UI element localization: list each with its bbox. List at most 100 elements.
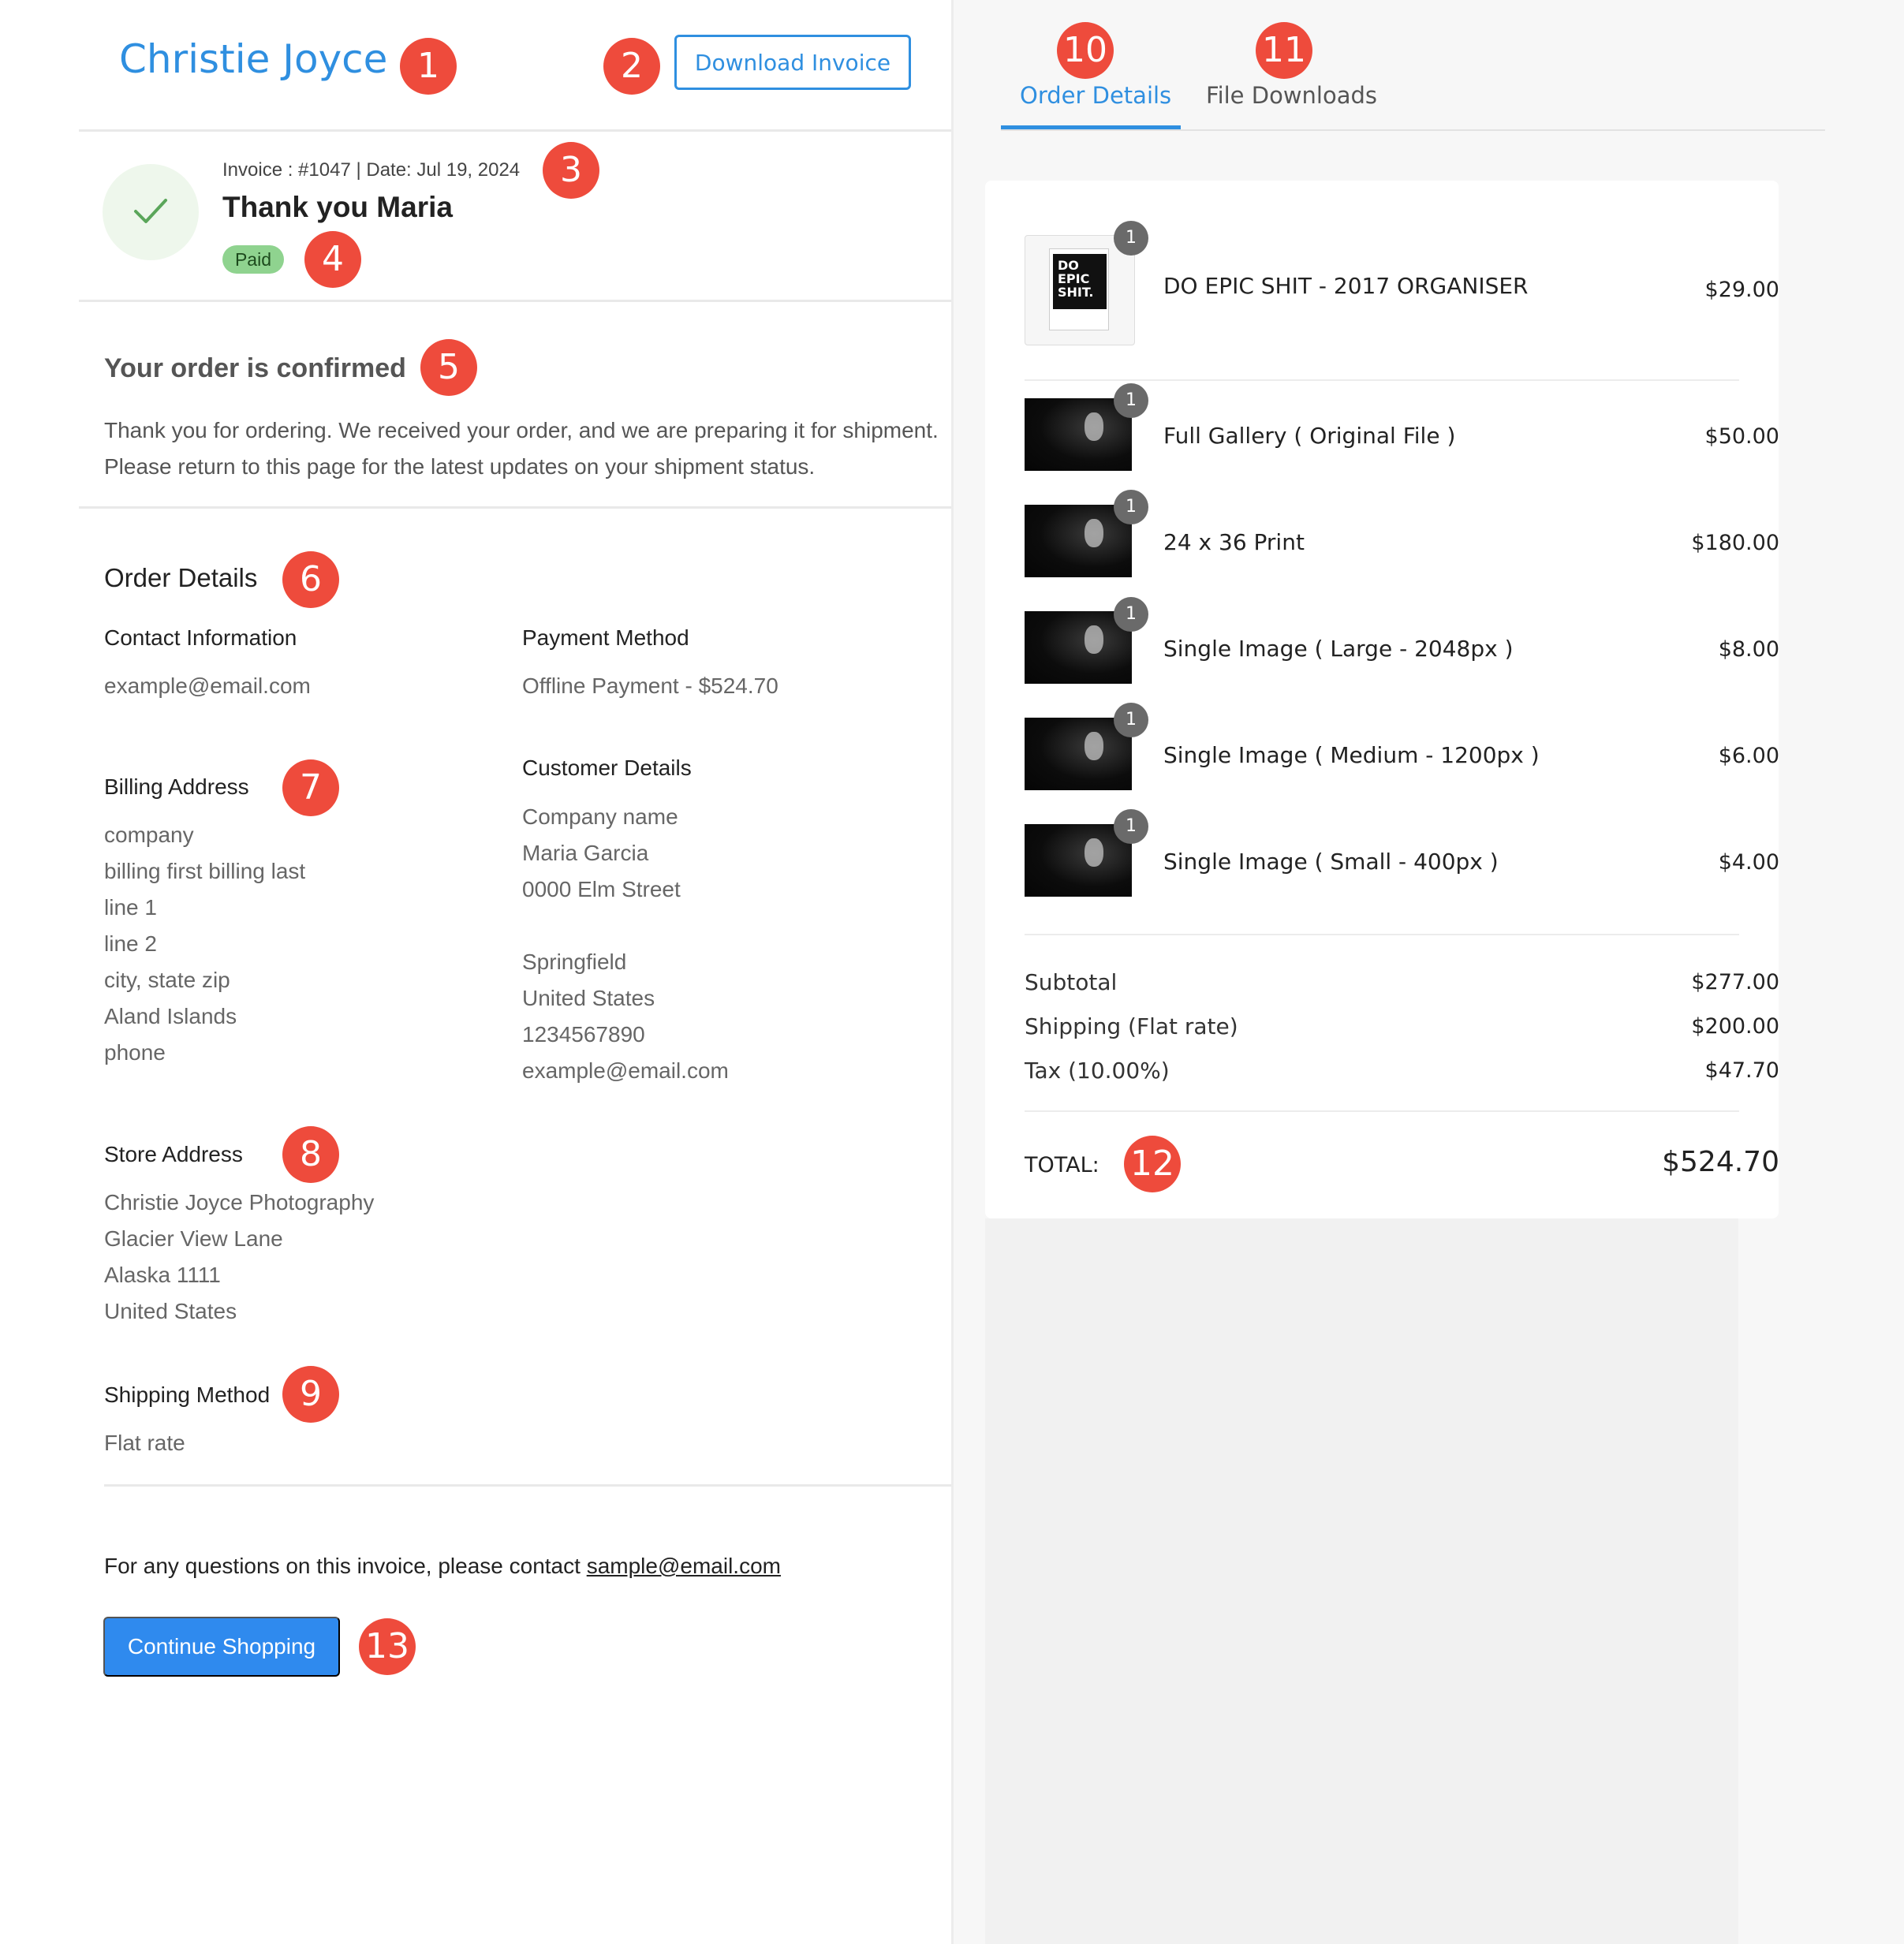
thank-you-heading: Thank you Maria xyxy=(222,191,453,223)
billing-line: Aland Islands xyxy=(104,1004,237,1028)
quantity-badge: 1 xyxy=(1114,703,1148,737)
item-thumbnail: DO EPIC SHIT. xyxy=(1025,235,1135,345)
contact-info-label: Contact Information xyxy=(104,625,297,650)
item-price: $180.00 xyxy=(1691,531,1779,555)
book-cover-word: EPIC xyxy=(1058,271,1090,286)
order-confirmed-message: Thank you for ordering. We received your… xyxy=(104,418,939,479)
billing-line: line 1 xyxy=(104,895,157,920)
annotation-marker-6: 6 xyxy=(282,551,339,608)
item-name: DO EPIC SHIT - 2017 ORGANISER xyxy=(1163,273,1529,299)
shipping-method-value: Flat rate xyxy=(104,1431,185,1455)
header-divider xyxy=(79,129,951,132)
customer-line: example@email.com xyxy=(522,1058,729,1083)
shipping-label: Shipping (Flat rate) xyxy=(1025,1013,1238,1039)
annotation-marker-9: 9 xyxy=(282,1366,339,1423)
customer-details-label: Customer Details xyxy=(522,756,692,780)
store-line: Christie Joyce Photography xyxy=(104,1190,375,1215)
shipping-value: $200.00 xyxy=(1691,1014,1779,1039)
customer-details-block: Company name Maria Garcia 0000 Elm Stree… xyxy=(522,799,729,1089)
store-line: Glacier View Lane xyxy=(104,1226,283,1251)
book-cover-word: DO xyxy=(1058,258,1079,273)
annotation-marker-10: 10 xyxy=(1057,22,1114,79)
book-cover-word: SHIT. xyxy=(1058,285,1094,300)
download-invoice-button[interactable]: Download Invoice xyxy=(674,35,911,90)
status-divider xyxy=(79,300,951,302)
billing-line: billing first billing last xyxy=(104,859,306,883)
item-price: $8.00 xyxy=(1718,637,1779,662)
customer-line: Maria Garcia xyxy=(522,841,649,865)
quantity-badge: 1 xyxy=(1114,221,1148,256)
confirmation-divider xyxy=(79,506,951,509)
item-name: Single Image ( Large - 2048px ) xyxy=(1163,636,1514,662)
item-price: $4.00 xyxy=(1718,850,1779,875)
store-address-label: Store Address xyxy=(104,1142,243,1166)
subtotal-label: Subtotal xyxy=(1025,969,1118,995)
billing-address-block: company billing first billing last line … xyxy=(104,817,305,1071)
customer-line: Springfield xyxy=(522,950,627,974)
details-divider xyxy=(104,1484,951,1487)
customer-line: 0000 Elm Street xyxy=(522,877,681,901)
annotation-marker-11: 11 xyxy=(1256,22,1312,79)
annotation-marker-1: 1 xyxy=(400,38,457,95)
item-name: 24 x 36 Print xyxy=(1163,529,1305,555)
item-name: Single Image ( Medium - 1200px ) xyxy=(1163,742,1540,768)
item-price: $50.00 xyxy=(1704,424,1779,449)
checkmark-icon xyxy=(134,199,167,223)
store-brand-link[interactable]: Christie Joyce xyxy=(119,36,387,82)
billing-line: company xyxy=(104,823,194,847)
quantity-badge: 1 xyxy=(1114,383,1148,418)
item-divider xyxy=(1025,379,1739,381)
quantity-badge: 1 xyxy=(1114,597,1148,632)
invoice-page: Christie Joyce 1 2 Download Invoice Invo… xyxy=(0,0,1904,1944)
store-address-block: Christie Joyce Photography Glacier View … xyxy=(104,1185,374,1330)
invoice-meta: Invoice : #1047 | Date: Jul 19, 2024 xyxy=(222,159,521,181)
order-confirmed-heading: Your order is confirmed xyxy=(104,353,406,383)
customer-line: United States xyxy=(522,986,655,1010)
tab-order-details[interactable]: Order Details xyxy=(1020,82,1171,109)
tax-value: $47.70 xyxy=(1704,1058,1779,1083)
billing-line: line 2 xyxy=(104,931,157,956)
payment-method-value: Offline Payment - $524.70 xyxy=(522,673,778,698)
continue-shopping-button[interactable]: Continue Shopping xyxy=(103,1617,340,1677)
annotation-marker-3: 3 xyxy=(543,142,599,199)
item-name: Full Gallery ( Original File ) xyxy=(1163,423,1456,449)
order-details-title: Order Details xyxy=(104,563,258,592)
customer-line-blank xyxy=(522,908,729,944)
tab-file-downloads[interactable]: File Downloads xyxy=(1206,82,1377,109)
contact-email-link[interactable]: sample@email.com xyxy=(587,1554,781,1578)
notebook-cover: DO EPIC SHIT. xyxy=(1049,248,1109,330)
quantity-badge: 1 xyxy=(1114,809,1148,844)
book-cover-art: DO EPIC SHIT. xyxy=(1053,254,1107,309)
total-label: TOTAL: xyxy=(1025,1153,1099,1177)
tax-label: Tax (10.00%) xyxy=(1025,1058,1170,1084)
annotation-marker-2: 2 xyxy=(603,38,660,95)
paid-status-badge: Paid xyxy=(222,245,284,274)
item-price: $6.00 xyxy=(1718,744,1779,768)
annotation-marker-12: 12 xyxy=(1124,1136,1181,1192)
total-value: $524.70 xyxy=(1662,1146,1779,1178)
store-line: United States xyxy=(104,1299,237,1323)
contact-email: example@email.com xyxy=(104,673,311,698)
summary-card-shadow xyxy=(985,1218,1738,1944)
questions-label: For any questions on this invoice, pleas… xyxy=(104,1554,581,1578)
item-price: $29.00 xyxy=(1704,278,1779,302)
item-name: Single Image ( Small - 400px ) xyxy=(1163,849,1499,875)
annotation-marker-13: 13 xyxy=(359,1618,416,1675)
shipping-method-label: Shipping Method xyxy=(104,1382,271,1407)
subtotal-value: $277.00 xyxy=(1691,970,1779,994)
active-tab-indicator xyxy=(1001,125,1181,129)
summary-divider xyxy=(1025,1110,1739,1112)
check-circle xyxy=(103,164,199,260)
billing-address-label: Billing Address xyxy=(104,774,249,799)
billing-line: city, state zip xyxy=(104,968,230,992)
annotation-marker-8: 8 xyxy=(282,1126,339,1183)
annotation-marker-5: 5 xyxy=(420,339,477,396)
billing-line: phone xyxy=(104,1040,166,1065)
annotation-marker-4: 4 xyxy=(304,231,361,288)
invoice-questions-text: For any questions on this invoice, pleas… xyxy=(104,1554,781,1579)
quantity-badge: 1 xyxy=(1114,490,1148,524)
items-divider xyxy=(1025,934,1739,935)
customer-line: Company name xyxy=(522,804,678,829)
tabs-baseline xyxy=(1001,129,1825,131)
payment-method-label: Payment Method xyxy=(522,625,689,650)
